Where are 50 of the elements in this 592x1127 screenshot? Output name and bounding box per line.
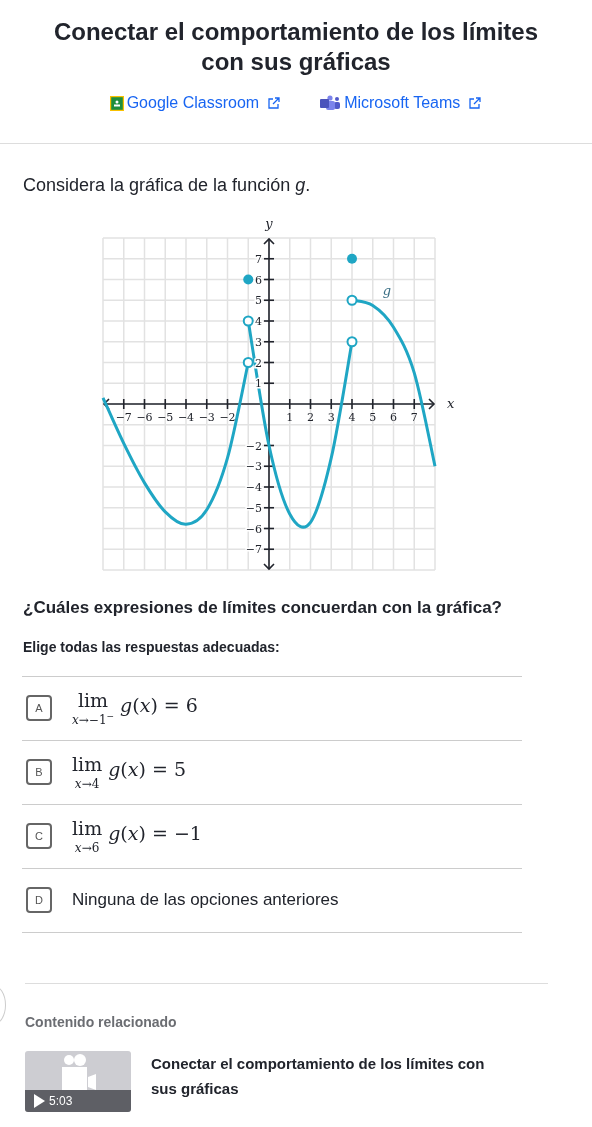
function-label: g	[382, 283, 392, 299]
tick-label: −3	[198, 411, 215, 424]
limit-expression: lim x→4 g(x) = 5	[72, 754, 186, 790]
limit-expression: lim x→6 g(x) = −1	[72, 818, 202, 854]
page-title: Conectar el comportamiento de los límites con sus gráficas	[52, 17, 540, 77]
tick-label: −2	[245, 439, 262, 453]
letter-badge: A	[26, 695, 52, 721]
tick-label: −2	[219, 411, 236, 424]
axis-label: y	[265, 216, 273, 231]
tick-label: 6	[255, 273, 262, 287]
letter-badge: B	[26, 759, 52, 785]
tick-label: 3	[255, 335, 262, 349]
answer-option[interactable]: C lim x→6 g(x) = −1	[22, 804, 522, 869]
tick-label: 6	[390, 411, 397, 424]
tick-label: 7	[255, 252, 262, 266]
tick-label: −5	[157, 411, 174, 424]
section-heading: Contenido relacionado	[25, 1012, 178, 1032]
share-link[interactable]: Google Classroom	[109, 91, 282, 115]
tick-label: 5	[369, 411, 377, 424]
tick-label: 4	[255, 315, 262, 328]
tick-label: −4	[245, 481, 262, 494]
video-thumbnail[interactable]: 5:03	[25, 1050, 131, 1112]
tick-label: 1	[286, 411, 294, 424]
tick-label: −7	[245, 543, 262, 557]
related-link[interactable]: Conectar el comportamiento de los límites con sus gráficas	[151, 1050, 511, 1112]
tick-label: −6	[245, 522, 262, 536]
question-text: ¿Cuáles expresiones de límites concuerdan con la gráfica?	[23, 597, 503, 619]
answer-option[interactable]: B lim x→4 g(x) = 5	[22, 740, 522, 805]
video-duration: 5:03	[49, 1092, 73, 1110]
tick-label: −4	[177, 411, 195, 424]
letter-badge: D	[26, 887, 52, 913]
tick-label: 5	[255, 294, 262, 308]
tick-label: −3	[245, 460, 262, 474]
letter-badge: C	[26, 823, 52, 849]
axis-label: x	[447, 396, 455, 411]
limit-expression: lim x→−1$^{−}$ g(x) = 6	[72, 690, 198, 726]
instruction-text: Elige todas las respuestas adecuadas:	[23, 637, 281, 657]
answer-option[interactable]: A lim x→−1$^{−}$ g(x) = 6	[22, 676, 522, 741]
tick-label: 7	[410, 411, 418, 424]
answer-option[interactable]: D Ninguna de las opciones anteriores	[22, 868, 522, 933]
share-link[interactable]: Microsoft Teams	[319, 91, 483, 115]
tick-label: 1	[255, 377, 262, 391]
tick-label: −6	[136, 411, 153, 424]
tick-label: −7	[115, 411, 132, 424]
tick-label: 4	[348, 411, 356, 424]
tick-label: −5	[245, 501, 262, 515]
tick-label: 3	[327, 411, 335, 424]
prompt-text: Considera la gráfica de la función g.	[23, 174, 312, 197]
tick-label: 2	[307, 411, 314, 424]
option-text: Ninguna de las opciones anteriores	[72, 889, 339, 912]
